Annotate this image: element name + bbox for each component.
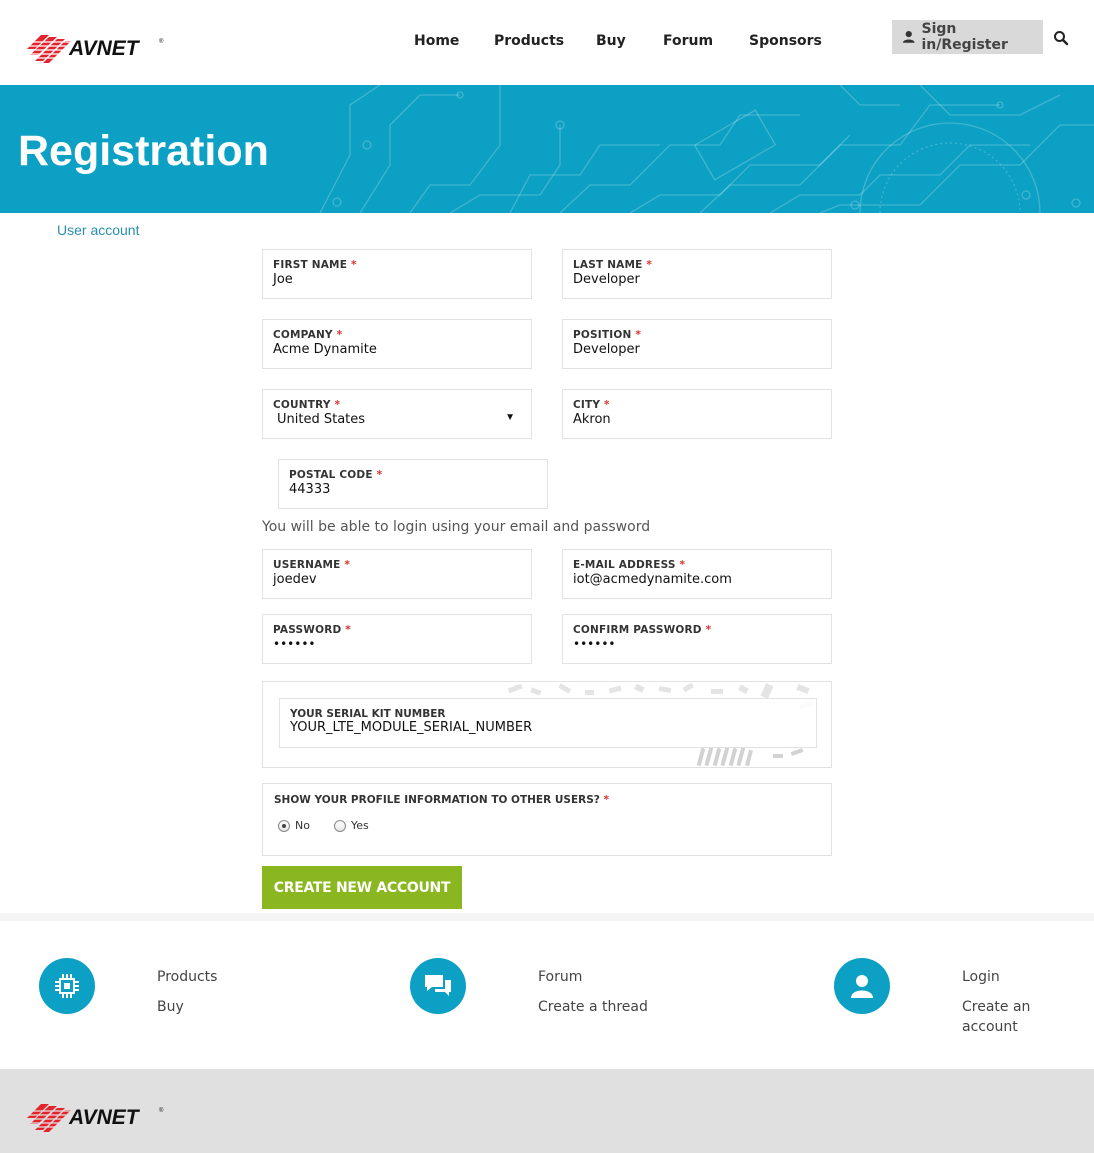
company-value: Acme Dynamite [273,342,377,357]
login-note: You will be able to login using your ema… [262,519,651,535]
svg-text:®: ® [159,1107,164,1114]
country-select[interactable]: COUNTRY * United States ▼ [262,389,532,439]
chat-bubbles-icon [410,958,466,1014]
email-value: iot@acmedynamite.com [573,572,732,587]
serial-kit-value: YOUR_LTE_MODULE_SERIAL_NUMBER [290,720,533,735]
last-name-label: LAST NAME [573,259,643,271]
required-mark: * [345,624,351,636]
postal-code-value: 44333 [289,482,331,497]
circuit-pattern-background [319,85,1094,213]
company-label: COMPANY [273,329,333,341]
username-field[interactable]: USERNAME * joedev [262,549,532,599]
email-label: E-MAIL ADDRESS [573,559,676,571]
required-mark: * [344,559,351,571]
footer-links: Products Buy Forum Create a thread Login… [0,921,1094,1069]
section-divider [0,913,1094,921]
radio-no-label: No [295,819,310,832]
serial-kit-section: YOUR SERIAL KIT NUMBER YOUR_LTE_MODULE_S… [262,681,832,768]
nav-forum[interactable]: Forum [663,33,713,49]
required-mark: * [336,329,343,341]
nav-buy[interactable]: Buy [596,33,626,49]
position-label: POSITION [573,329,632,341]
svg-text:AVNET: AVNET [68,37,141,60]
confirm-password-value: •••••• [573,637,616,651]
breadcrumb-user-account[interactable]: User account [57,222,139,238]
username-value: joedev [273,572,317,587]
footer-bottom-bar: AVNET ® [0,1069,1094,1153]
required-mark: * [334,399,341,411]
password-label: PASSWORD [273,624,342,636]
confirm-password-field[interactable]: CONFIRM PASSWORD * •••••• [562,614,832,664]
avnet-logo[interactable]: AVNET ® [27,1098,167,1134]
avnet-logo[interactable]: AVNET ® [27,29,167,65]
user-icon [902,31,915,43]
confirm-password-label: CONFIRM PASSWORD [573,624,702,636]
radio-no-input[interactable] [278,819,290,832]
city-label: CITY [573,399,601,411]
footer-link-buy[interactable]: Buy [157,997,184,1017]
required-mark: * [603,794,610,806]
postal-code-field[interactable]: POSTAL CODE * 44333 [278,459,548,509]
nav-products[interactable]: Products [494,33,564,49]
dropdown-arrow-icon[interactable]: ▼ [505,412,515,423]
footer-link-create-thread[interactable]: Create a thread [538,997,648,1017]
radio-no[interactable]: No [278,819,310,832]
page-title: Registration [18,127,269,175]
last-name-field[interactable]: LAST NAME * Developer [562,249,832,299]
chip-icon [39,958,95,1014]
radio-yes-input[interactable] [334,819,346,832]
required-mark: * [679,559,686,571]
country-value: United States [277,412,366,427]
profile-visibility-label: SHOW YOUR PROFILE INFORMATION TO OTHER U… [274,794,600,806]
first-name-field[interactable]: FIRST NAME * Joe [262,249,532,299]
password-value: •••••• [273,637,316,651]
required-mark: * [646,259,653,271]
email-field[interactable]: E-MAIL ADDRESS * iot@acmedynamite.com [562,549,832,599]
position-field[interactable]: POSITION * Developer [562,319,832,369]
footer-link-create-account[interactable]: Create an account [962,997,1052,1037]
site-header: AVNET ® Home Products Buy Forum Sponsors… [0,0,1094,85]
required-mark: * [604,399,610,411]
footer-link-login[interactable]: Login [962,967,1000,987]
footer-link-products[interactable]: Products [157,967,217,987]
create-account-button[interactable]: CREATE NEW ACCOUNT [262,866,462,909]
profile-visibility-section: SHOW YOUR PROFILE INFORMATION TO OTHER U… [262,783,832,856]
svg-text:®: ® [159,38,164,45]
password-field[interactable]: PASSWORD * •••••• [262,614,532,664]
last-name-value: Developer [573,272,640,287]
radio-yes-label: Yes [351,819,369,832]
city-field[interactable]: CITY * Akron [562,389,832,439]
search-icon[interactable] [1053,30,1069,46]
required-mark: * [350,259,357,271]
nav-sponsors[interactable]: Sponsors [749,33,822,49]
nav-home[interactable]: Home [414,33,459,49]
required-mark: * [635,329,642,341]
serial-kit-field[interactable]: YOUR SERIAL KIT NUMBER YOUR_LTE_MODULE_S… [279,698,817,748]
page-banner: Registration [0,85,1094,213]
svg-text:AVNET: AVNET [68,1106,141,1129]
country-label: COUNTRY [273,399,331,411]
required-mark: * [705,624,712,636]
signin-register-button[interactable]: Sign in/Register [892,20,1043,54]
required-mark: * [376,469,383,481]
first-name-value: Joe [273,272,293,287]
city-value: Akron [573,412,611,427]
first-name-label: FIRST NAME [273,259,348,271]
postal-code-label: POSTAL CODE [289,469,373,481]
footer-link-forum[interactable]: Forum [538,967,582,987]
username-label: USERNAME [273,559,341,571]
radio-yes[interactable]: Yes [334,819,369,832]
serial-kit-label: YOUR SERIAL KIT NUMBER [290,708,446,720]
company-field[interactable]: COMPANY * Acme Dynamite [262,319,532,369]
user-icon [834,958,890,1014]
position-value: Developer [573,342,640,357]
signin-label: Sign in/Register [921,21,1008,53]
